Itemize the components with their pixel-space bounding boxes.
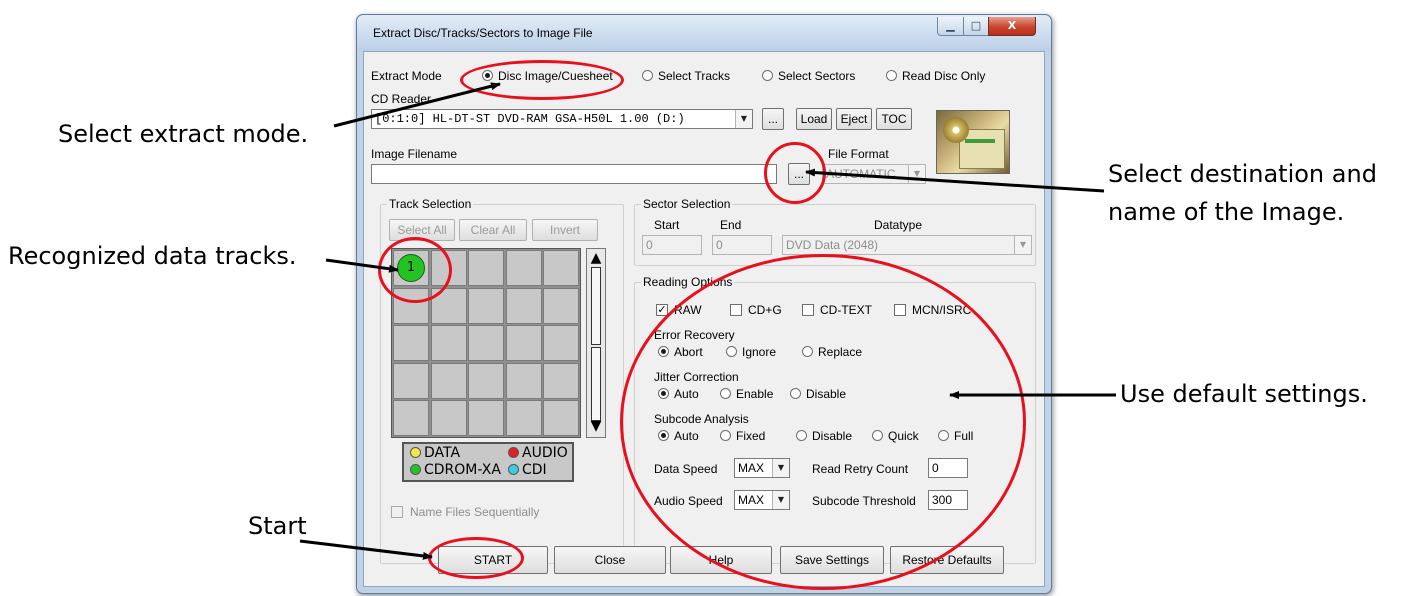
arrow-destination — [805, 168, 1105, 193]
annotation-destination-line2: name of the Image. — [1108, 198, 1345, 226]
annotation-start: Start — [248, 512, 307, 540]
arrow-extract-mode — [333, 82, 501, 128]
arrow-tracks — [325, 258, 399, 273]
annotation-defaults: Use default settings. — [1120, 380, 1368, 408]
annotation-destination-line1: Select destination and — [1108, 160, 1377, 188]
annotation-extract-mode: Select extract mode. — [58, 120, 309, 148]
arrow-start — [299, 539, 433, 560]
annotation-arrows — [299, 82, 1116, 560]
annotation-tracks: Recognized data tracks. — [8, 242, 297, 270]
